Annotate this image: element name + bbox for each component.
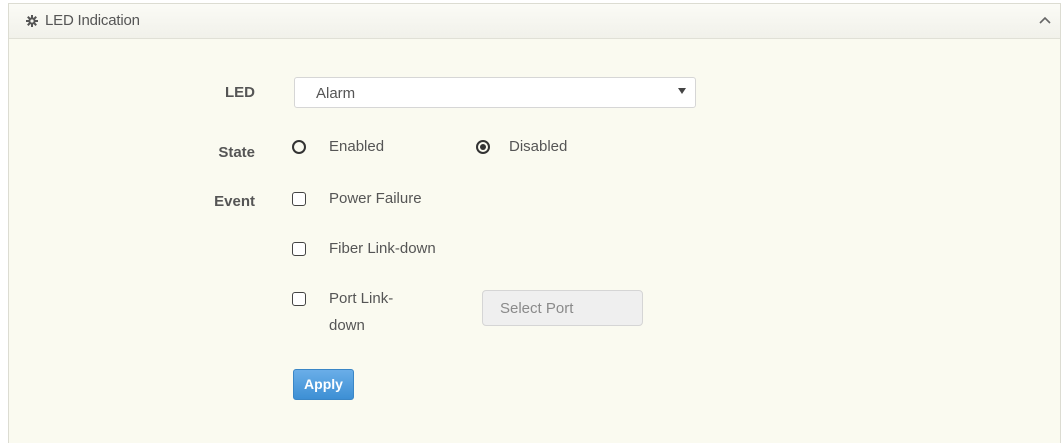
led-select[interactable]: Alarm: [294, 77, 696, 108]
fiber-link-down-checkbox[interactable]: [292, 242, 306, 256]
led-select-value: Alarm: [316, 85, 356, 102]
port-link-down-checkbox[interactable]: [292, 292, 306, 306]
led-label: LED: [225, 84, 255, 101]
led-indication-panel: LED Indication LED Alarm State Enabled D…: [8, 3, 1061, 443]
chevron-up-icon[interactable]: [1038, 15, 1052, 25]
power-failure-checkbox[interactable]: [292, 192, 306, 206]
state-label: State: [218, 144, 255, 161]
gear-icon: [26, 15, 38, 27]
fiber-link-down-label: Fiber Link-down: [329, 240, 436, 257]
state-disabled-label: Disabled: [509, 138, 568, 155]
port-link-down-label-line2: down: [329, 317, 365, 334]
select-port-input[interactable]: Select Port: [482, 290, 643, 326]
panel-header: LED Indication: [9, 4, 1060, 39]
state-enabled-radio[interactable]: [292, 140, 306, 154]
state-disabled-radio[interactable]: [476, 140, 490, 154]
state-enabled-label: Enabled: [329, 138, 385, 155]
power-failure-label: Power Failure: [329, 190, 422, 207]
select-port-placeholder: Select Port: [500, 300, 574, 317]
event-label: Event: [214, 193, 255, 210]
panel-title: LED Indication: [45, 12, 140, 29]
apply-button[interactable]: Apply: [293, 369, 354, 400]
port-link-down-label-line1: Port Link-: [329, 290, 394, 307]
dropdown-caret-icon: [678, 88, 686, 94]
radio-selected-dot: [480, 144, 486, 150]
